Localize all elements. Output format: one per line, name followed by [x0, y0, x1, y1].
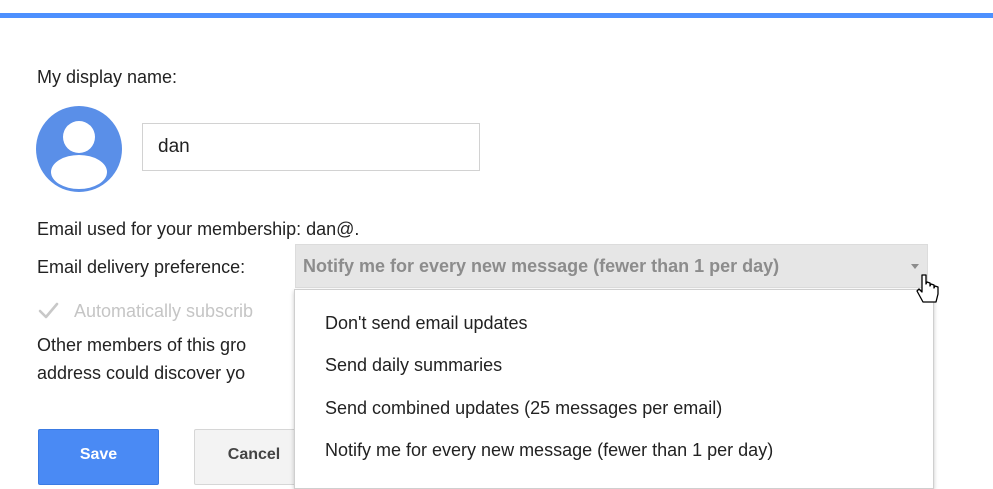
delivery-preference-select[interactable]: Notify me for every new message (fewer t… — [295, 244, 928, 288]
delivery-preference-label: Email delivery preference: — [37, 257, 246, 277]
menu-item-every-message[interactable]: Notify me for every new message (fewer t… — [325, 440, 773, 461]
menu-item-daily-summaries[interactable]: Send daily summaries — [325, 355, 502, 376]
person-icon — [51, 121, 107, 189]
save-button[interactable]: Save — [38, 429, 159, 485]
chevron-down-icon — [911, 264, 919, 269]
top-accent-bar — [0, 13, 993, 18]
menu-item-combined-updates[interactable]: Send combined updates (25 messages per e… — [325, 398, 722, 419]
display-name-label: My display name: — [37, 67, 178, 87]
privacy-note-line1: Other members of this gro — [37, 335, 247, 355]
menu-item-no-updates[interactable]: Don't send email updates — [325, 313, 528, 334]
privacy-note-line2: address could discover yo — [37, 363, 246, 383]
avatar[interactable] — [36, 106, 122, 192]
auto-subscribe-label: Automatically subscrib — [74, 301, 254, 321]
membership-email-text: Email used for your membership: dan@. — [37, 219, 360, 239]
auto-subscribe-checkbox[interactable] — [37, 300, 59, 322]
hand-pointer-icon — [916, 274, 939, 303]
delivery-selected-value: Notify me for every new message (fewer t… — [303, 256, 780, 276]
delivery-options-menu: Don't send email updates Send daily summ… — [294, 289, 934, 489]
display-name-input[interactable] — [142, 123, 480, 171]
